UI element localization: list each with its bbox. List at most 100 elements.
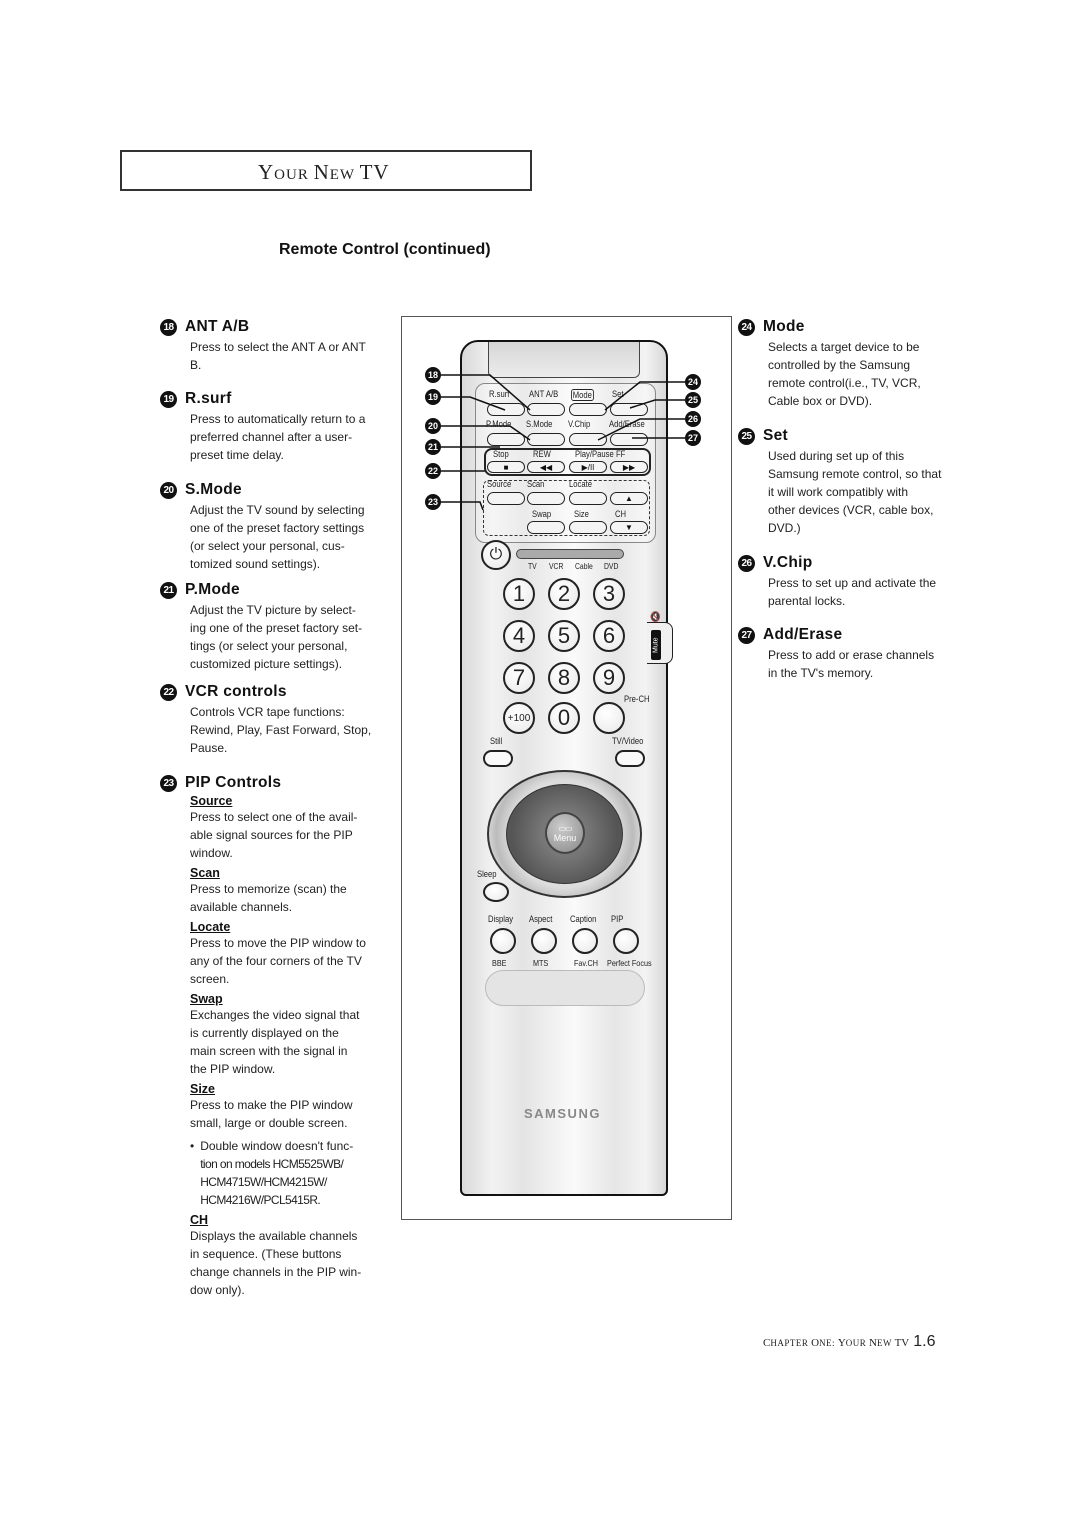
button-v-chip[interactable]: [569, 433, 607, 446]
button-stop[interactable]: ■: [487, 461, 525, 473]
item-description: Press to set up and activate the parental…: [768, 574, 968, 610]
digit-label: 4: [512, 623, 526, 648]
item-title: Add/Erase: [763, 626, 843, 643]
item-pip-controls: 23 PIP Controls Source Press to select one …: [160, 772, 400, 1299]
item-heading: 27 Add/Erase: [738, 624, 968, 646]
footer-text: EW: [876, 1338, 895, 1348]
item-description: Press to add or erase channels in the TV'…: [768, 646, 968, 682]
digit-button-9[interactable]: 9: [593, 662, 625, 694]
digit-button-6[interactable]: 6: [593, 620, 625, 652]
button-r-surf[interactable]: [487, 403, 525, 416]
button-add-erase[interactable]: [610, 433, 648, 446]
item-heading: 25 Set: [738, 425, 968, 447]
item-number-icon: 20: [160, 481, 177, 499]
description-line: Press to select one of the avail-: [190, 810, 358, 824]
button-pip-ch-up[interactable]: ▲: [610, 492, 648, 505]
button-pip[interactable]: [613, 928, 639, 954]
description-line: tings (or select your personal,: [190, 639, 348, 653]
description-line: Adjust the TV picture by select-: [190, 603, 356, 617]
button-s-mode[interactable]: [527, 433, 565, 446]
item-number-icon: 24: [738, 318, 755, 336]
menu-button[interactable]: ▭▭ Menu: [545, 812, 585, 854]
button-pip-source[interactable]: [487, 492, 525, 505]
sleep-button[interactable]: [483, 882, 509, 902]
power-button[interactable]: ⏻: [481, 540, 511, 570]
button-pip-scan[interactable]: [527, 492, 565, 505]
label-bbe: BBE: [492, 958, 507, 968]
menu-label: Menu: [553, 832, 577, 843]
label-ff: FF: [616, 449, 626, 459]
description-line: Cable box or DVD).: [768, 394, 873, 408]
description-line: any of the four corners of the TV: [190, 954, 362, 968]
digit-button-0[interactable]: 0: [548, 702, 580, 734]
button-rew[interactable]: ◀◀: [527, 461, 565, 473]
label-pip: PIP: [611, 914, 624, 924]
digit-label: +100: [507, 712, 531, 724]
description-line: dow only).: [190, 1283, 245, 1297]
subheading-source: Source: [190, 794, 233, 808]
button-ant-a-b[interactable]: [527, 403, 565, 416]
description: Displays the available channels in sequen…: [190, 1227, 400, 1299]
description-line: Press to select the ANT A or ANT: [190, 340, 366, 354]
footer-text: N: [869, 1337, 877, 1349]
digit-button-7[interactable]: 7: [503, 662, 535, 694]
footer-text: O: [811, 1337, 820, 1349]
header-letter: Y: [258, 160, 275, 184]
description-line: one of the preset factory settings: [190, 521, 365, 535]
pre-ch-button[interactable]: [593, 702, 625, 734]
chapter-header-box: YOUR NEW TV: [120, 150, 532, 191]
label-source: Source: [487, 479, 512, 489]
button-pip-swap[interactable]: [527, 521, 565, 534]
item-heading: 22 VCR controls: [160, 681, 400, 703]
chapter-header-title: YOUR NEW TV: [258, 160, 390, 185]
item-number-icon: 21: [160, 581, 177, 599]
button-ff[interactable]: ▶▶: [610, 461, 648, 473]
callout-number-icon: 20: [425, 418, 441, 434]
digit-button-plus100[interactable]: +100: [503, 702, 535, 734]
description-line: Press to make the PIP window: [190, 1098, 353, 1112]
button-pip-size[interactable]: [569, 521, 607, 534]
digit-label: 6: [602, 623, 616, 648]
button-aspect[interactable]: [531, 928, 557, 954]
note-text: Double window doesn't func-tion on model…: [200, 1137, 353, 1209]
item-heading: 18 ANT A/B: [160, 316, 400, 338]
item-v-chip: 26 V.Chip Press to set up and activate the…: [738, 552, 968, 610]
button-pip-ch-down[interactable]: ▼: [610, 521, 648, 534]
item-title: Set: [763, 427, 789, 444]
label-s-mode: S.Mode: [526, 419, 553, 429]
label-aspect: Aspect: [529, 914, 553, 924]
power-icon: ⏻: [489, 546, 503, 563]
label-swap: Swap: [532, 509, 552, 519]
description-line: Press to memorize (scan) the: [190, 882, 347, 896]
description-line: the PIP window.: [190, 1062, 276, 1076]
callout-number-icon: 22: [425, 463, 441, 479]
still-button[interactable]: [483, 750, 513, 767]
bottom-button-group: [485, 970, 645, 1006]
label-v-chip: V.Chip: [568, 419, 591, 429]
digit-button-4[interactable]: 4: [503, 620, 535, 652]
button-caption[interactable]: [572, 928, 598, 954]
item-description: Adjust the TV sound by selecting one of t…: [190, 501, 400, 573]
item-heading: 23 PIP Controls: [160, 772, 400, 794]
description-line: preset time delay.: [190, 448, 284, 462]
digit-label: 2: [557, 581, 571, 606]
digit-button-8[interactable]: 8: [548, 662, 580, 694]
digit-button-1[interactable]: 1: [503, 578, 535, 610]
item-title: P.Mode: [185, 581, 240, 598]
callout-number-icon: 26: [685, 411, 701, 427]
button-display[interactable]: [490, 928, 516, 954]
button-mode[interactable]: [569, 403, 607, 416]
button-set[interactable]: [610, 403, 648, 416]
digit-label: 1: [512, 581, 526, 606]
digit-button-5[interactable]: 5: [548, 620, 580, 652]
mute-label: Mute: [651, 630, 661, 660]
tv-video-button[interactable]: [615, 750, 645, 767]
digit-button-3[interactable]: 3: [593, 578, 625, 610]
label-display: Display: [488, 914, 514, 924]
button-play-pause[interactable]: ▶/II: [569, 461, 607, 473]
button-p-mode[interactable]: [487, 433, 525, 446]
description-line: small, large or double screen.: [190, 1116, 348, 1130]
description-line: B.: [190, 358, 202, 372]
digit-button-2[interactable]: 2: [548, 578, 580, 610]
button-pip-locate[interactable]: [569, 492, 607, 505]
